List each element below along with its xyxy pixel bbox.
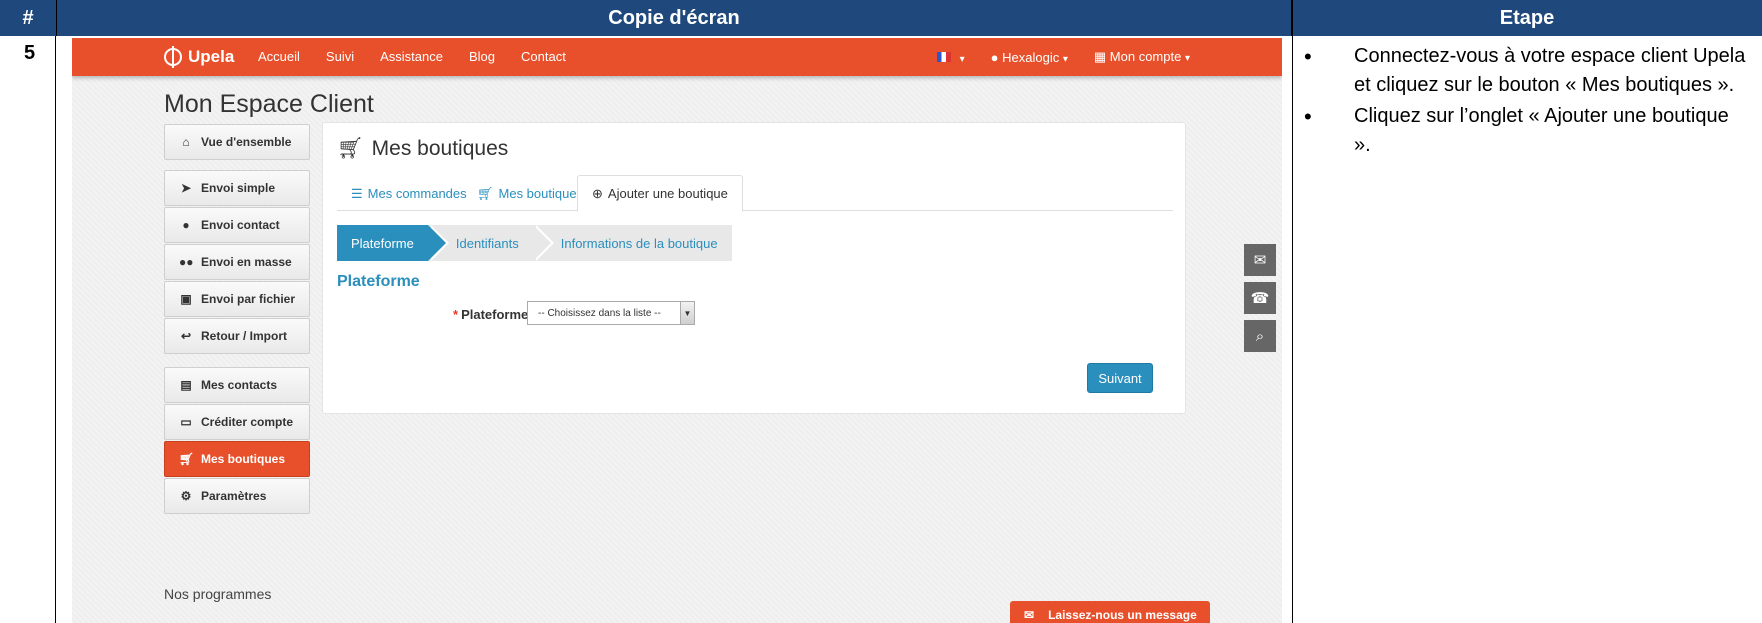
list-icon: ☰	[351, 185, 363, 201]
credit-card-icon: ▭	[180, 415, 192, 429]
sidebar-item-label: Paramètres	[201, 489, 267, 503]
top-navbar: Upela Accueil Suivi Assistance Blog Cont…	[72, 38, 1282, 76]
power-icon	[164, 46, 182, 68]
reply-icon: ↩	[180, 329, 192, 343]
tab-mes-commandes[interactable]: ☰ Mes commandes	[337, 175, 481, 212]
sidebar-item-label: Créditer compte	[201, 415, 294, 429]
users-icon: ●●	[179, 255, 194, 269]
nav-suivi[interactable]: Suivi	[326, 49, 354, 64]
user-name: Hexalogic	[1002, 49, 1060, 65]
sidebar-item-crediter-compte[interactable]: ▭ Créditer compte	[164, 404, 310, 440]
account-dropdown[interactable]: ▦ Mon compte	[1094, 49, 1190, 65]
nav-contact[interactable]: Contact	[521, 49, 566, 64]
header-num: #	[0, 0, 57, 36]
plus-circle-icon: ⊕	[592, 185, 603, 201]
cart-icon: 🛒︎	[477, 185, 494, 201]
cart-icon: 🛒︎	[179, 452, 195, 466]
leave-message-label: Laissez-nous un message	[1048, 608, 1197, 622]
search-tool-button[interactable]: ⌕	[1244, 320, 1276, 352]
tab-label: Mes boutiques	[498, 186, 584, 201]
wizard-step-informations[interactable]: Informations de la boutique	[532, 225, 732, 261]
header-step: Etape	[1292, 0, 1762, 36]
nav-accueil[interactable]: Accueil	[258, 49, 300, 64]
tab-label: Mes commandes	[367, 186, 467, 201]
tab-bar: ☰ Mes commandes 🛒︎ Mes boutiques ⊕ Ajouter …	[337, 175, 1173, 212]
account-label: Mon compte	[1109, 49, 1182, 64]
sidebar-item-envoi-contact[interactable]: ● Envoi contact	[164, 207, 310, 243]
sidebar-item-overview[interactable]: ⌂ Vue d'ensemble	[164, 124, 310, 160]
envelope-icon: ✉	[1253, 252, 1267, 269]
sidebar-item-label: Envoi simple	[201, 181, 276, 195]
nav-blog[interactable]: Blog	[469, 49, 495, 64]
sidebar-item-mes-contacts[interactable]: ▤ Mes contacts	[164, 367, 310, 403]
sidebar-item-label: Mes contacts	[201, 378, 278, 392]
sidebar-item-envoi-fichier[interactable]: ▣ Envoi par fichier	[164, 281, 310, 317]
platform-select[interactable]: -- Choisissez dans la liste -- ▼	[527, 301, 695, 325]
step-item: Connectez-vous à votre espace client Upe…	[1300, 42, 1750, 100]
leave-message-button[interactable]: ✉ Laissez-nous un message	[1010, 601, 1210, 623]
sidebar-item-label: Envoi contact	[201, 218, 280, 232]
send-icon: ➤	[180, 181, 192, 195]
user-icon: ●	[182, 218, 190, 232]
sidebar-item-mes-boutiques[interactable]: 🛒︎ Mes boutiques	[164, 441, 310, 477]
programs-heading: Nos programmes	[164, 586, 272, 602]
cart-icon: 🛒︎	[337, 137, 364, 160]
row-number-cell	[0, 36, 56, 623]
panel-title: 🛒︎ Mes boutiques	[337, 137, 508, 161]
platform-label-text: Plateforme	[461, 307, 529, 322]
user-icon: ●	[990, 49, 999, 65]
user-dropdown[interactable]: ● Hexalogic	[991, 50, 1068, 65]
envelope-icon: ✉	[1024, 608, 1035, 622]
column-divider	[1292, 0, 1293, 623]
language-dropdown[interactable]	[936, 50, 965, 65]
platform-label: * Plateforme	[453, 307, 528, 322]
book-icon: ▤	[180, 378, 192, 392]
next-button[interactable]: Suivant	[1087, 363, 1153, 393]
shops-panel: 🛒︎ Mes boutiques ☰ Mes commandes 🛒︎ Mes bo…	[322, 122, 1186, 414]
sidebar-item-label: Envoi en masse	[201, 255, 292, 269]
phone-icon: ☎	[1250, 290, 1270, 307]
nav-assistance[interactable]: Assistance	[380, 49, 443, 64]
sidebar-item-label: Retour / Import	[201, 329, 287, 343]
sidebar-item-parametres[interactable]: ⚙ Paramètres	[164, 478, 310, 514]
chevron-down-icon: ▼	[680, 302, 694, 324]
section-title: Plateforme	[337, 273, 420, 290]
sidebar-item-label: Mes boutiques	[201, 452, 286, 466]
tab-ajouter-boutique[interactable]: ⊕ Ajouter une boutique	[577, 175, 743, 212]
step-list: Connectez-vous à votre espace client Upe…	[1300, 42, 1750, 162]
wizard-steps: Plateforme Identifiants Informations de …	[337, 225, 732, 261]
file-icon: ▣	[180, 292, 192, 306]
header-screenshot: Copie d'écran	[57, 0, 1292, 36]
wizard-step-plateforme[interactable]: Plateforme	[337, 225, 449, 261]
phone-tool-button[interactable]: ☎	[1244, 282, 1276, 314]
flag-icon	[936, 51, 951, 62]
brand-name: Upela	[188, 47, 235, 66]
right-nav: ● Hexalogic ▦ Mon compte	[936, 49, 1190, 65]
page-title: Mon Espace Client	[164, 90, 374, 118]
main-nav: Accueil Suivi Assistance Blog Contact	[258, 49, 566, 64]
sidebar-item-label: Vue d'ensemble	[201, 135, 292, 149]
required-marker: *	[453, 307, 459, 322]
sidebar-item-envoi-simple[interactable]: ➤ Envoi simple	[164, 170, 310, 206]
panel-title-text: Mes boutiques	[371, 137, 509, 160]
step-item: Cliquez sur l’onglet « Ajouter une bouti…	[1300, 102, 1750, 160]
sidebar-item-label: Envoi par fichier	[201, 292, 296, 306]
home-icon: ⌂	[182, 135, 190, 149]
sidebar-item-retour-import[interactable]: ↩ Retour / Import	[164, 318, 310, 354]
platform-select-value: -- Choisissez dans la liste --	[538, 307, 661, 319]
email-tool-button[interactable]: ✉	[1244, 244, 1276, 276]
brand-logo[interactable]: Upela	[164, 46, 235, 68]
grid-icon: ▦	[1093, 49, 1107, 64]
gears-icon: ⚙	[180, 489, 192, 503]
row-number: 5	[24, 42, 36, 64]
tab-label: Ajouter une boutique	[607, 186, 728, 201]
app-screenshot: Upela Accueil Suivi Assistance Blog Cont…	[72, 38, 1282, 623]
search-icon: ⌕	[1255, 327, 1265, 345]
sidebar-item-envoi-masse[interactable]: ●● Envoi en masse	[164, 244, 310, 280]
